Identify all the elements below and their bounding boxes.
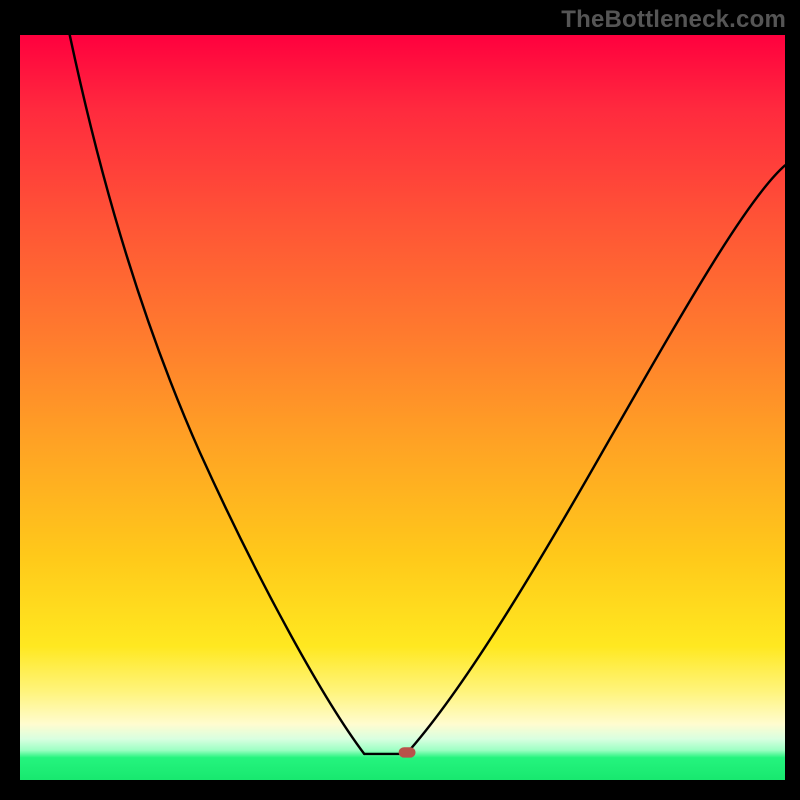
watermark-text: TheBottleneck.com bbox=[561, 6, 786, 34]
optimum-marker bbox=[399, 747, 416, 757]
chart-frame: TheBottleneck.com bbox=[0, 0, 800, 800]
plot-area bbox=[20, 35, 785, 780]
bottleneck-curve bbox=[20, 35, 785, 780]
